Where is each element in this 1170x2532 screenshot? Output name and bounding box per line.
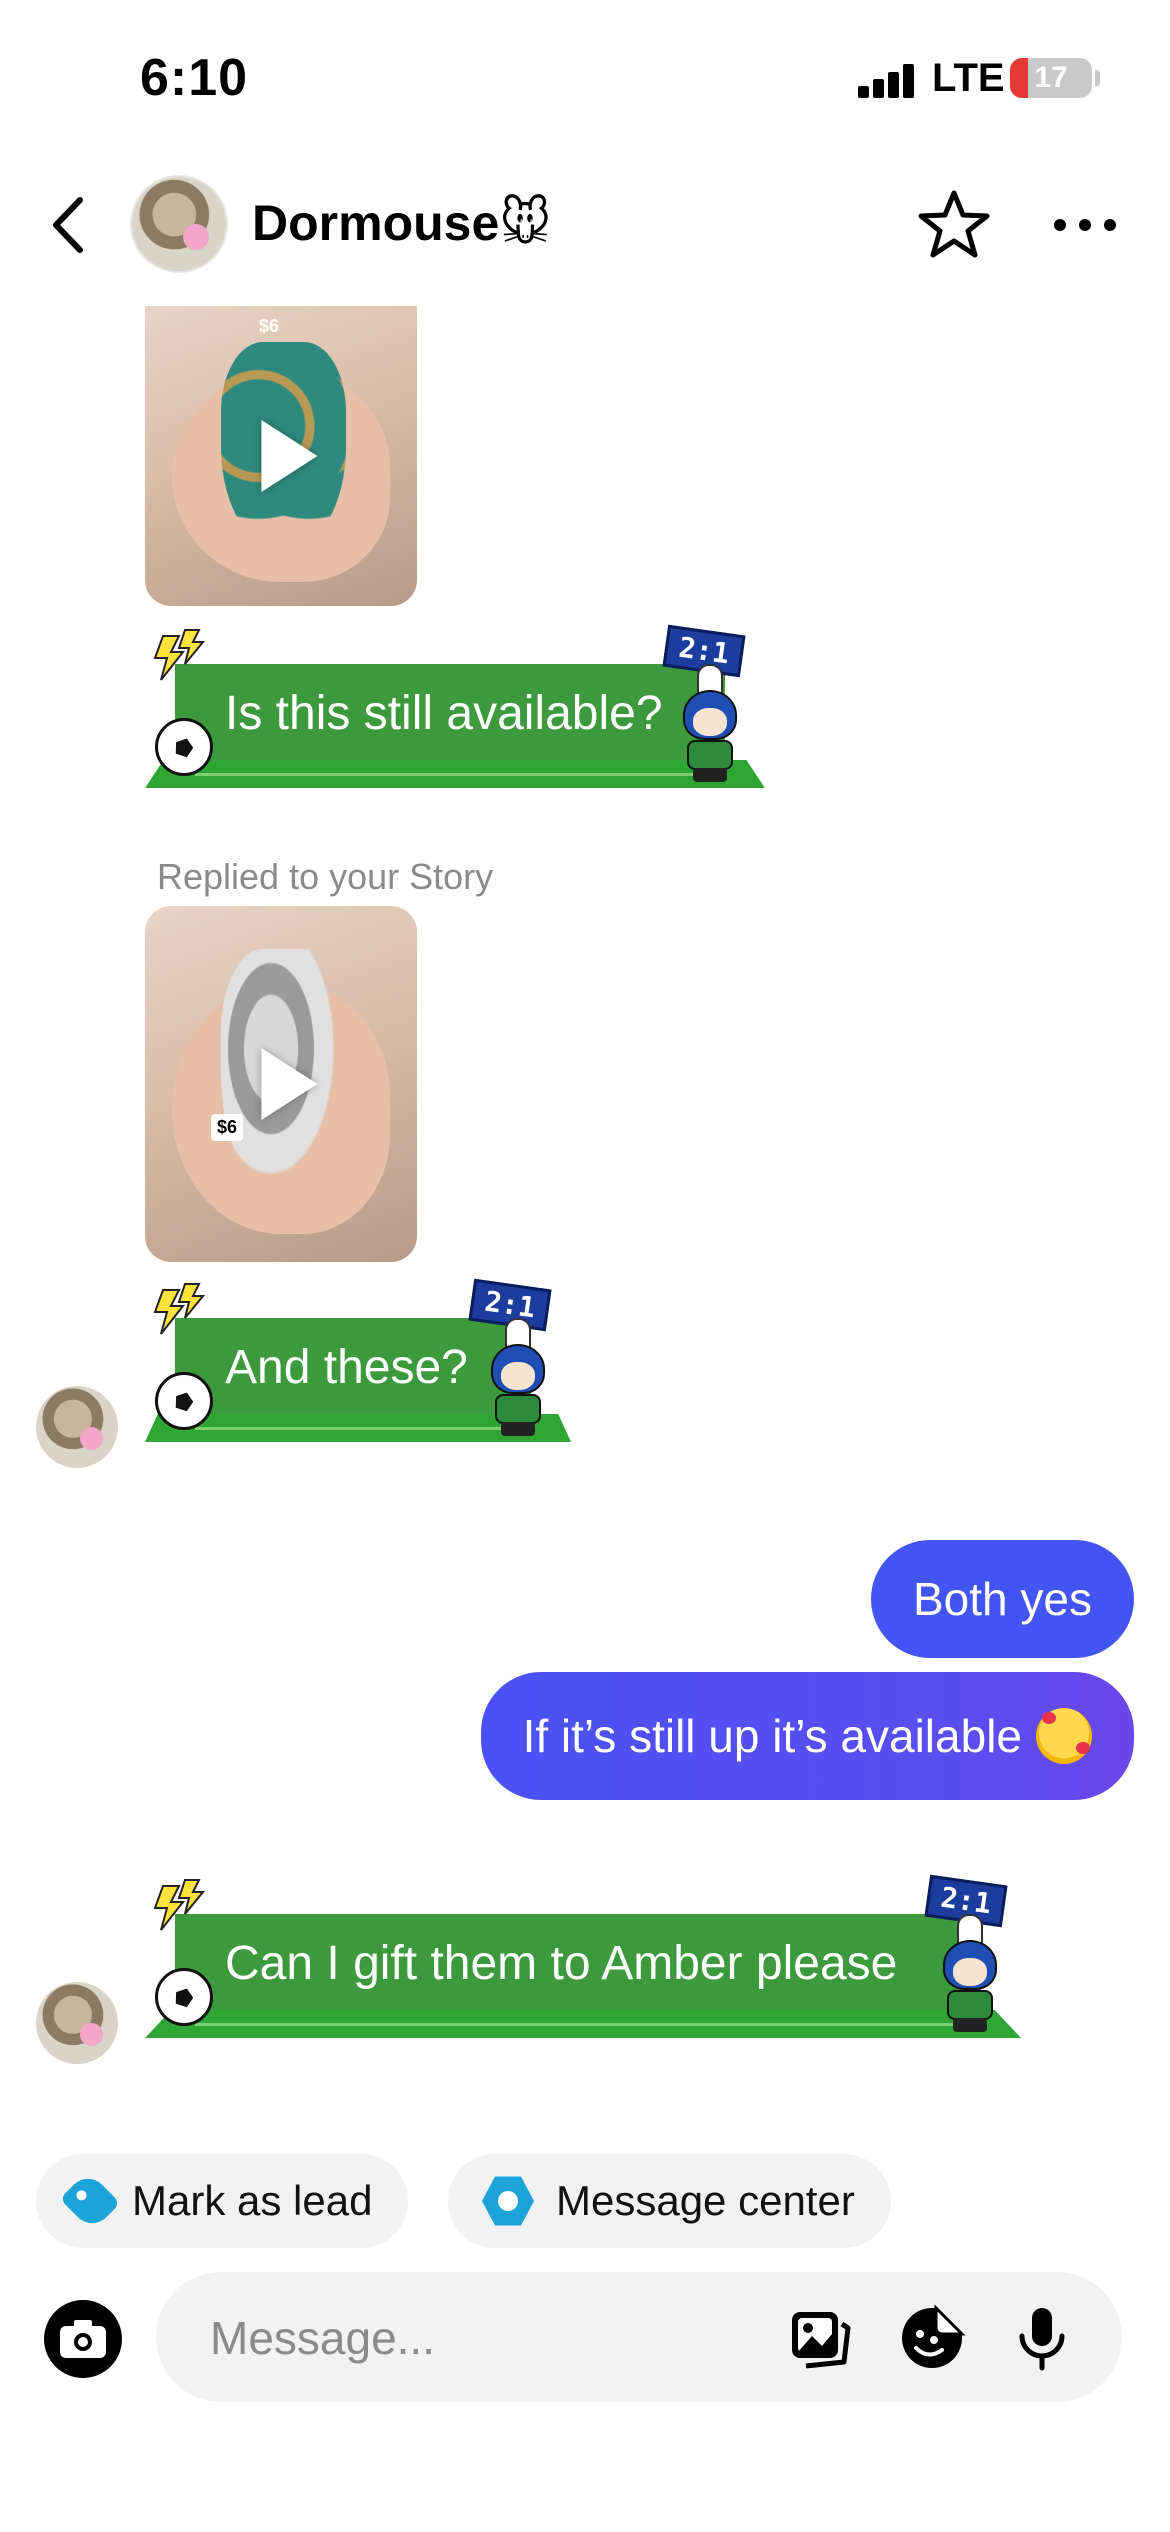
- message-center-button[interactable]: Message center: [448, 2154, 891, 2248]
- message-text: And these?: [225, 1341, 468, 1394]
- lightning-icon: [153, 629, 206, 681]
- microphone-icon[interactable]: [1008, 2304, 1076, 2372]
- mark-as-lead-button[interactable]: Mark as lead: [36, 2154, 409, 2248]
- replied-to-story-label: Replied to your Story: [157, 856, 494, 897]
- sender-avatar[interactable]: [36, 1982, 118, 2064]
- battery-tip: [1095, 70, 1100, 86]
- mascot-sticker: [937, 1914, 1003, 2034]
- story-video-thumbnail[interactable]: $6: [145, 906, 417, 1262]
- sender-avatar[interactable]: [36, 1386, 118, 1468]
- message-text: Is this still available?: [225, 687, 663, 740]
- message-text: Both yes: [913, 1573, 1092, 1625]
- mascot-sticker: [485, 1318, 551, 1438]
- status-time: 6:10: [140, 49, 249, 107]
- mark-as-lead-label: Mark as lead: [132, 2177, 373, 2224]
- message-text: If it’s still up it’s available: [522, 1710, 1022, 1762]
- soccer-ball-icon: [155, 1968, 213, 2026]
- smiling-face-with-hearts-icon: [1036, 1708, 1092, 1764]
- story-video-thumbnail[interactable]: $6: [145, 306, 417, 606]
- soccer-ball-icon: [155, 1372, 213, 1430]
- soccer-ball-icon: [155, 718, 213, 776]
- message-center-label: Message center: [556, 2177, 855, 2224]
- cellular-signal-icon: [858, 64, 916, 98]
- price-label: $6: [211, 1114, 244, 1141]
- received-message[interactable]: 2:1 Is this still available?: [145, 624, 765, 788]
- message-text: Can I gift them to Amber please: [225, 1937, 898, 1990]
- play-icon: [261, 420, 318, 492]
- battery-icon: 17: [1010, 58, 1092, 98]
- more-horizontal-icon[interactable]: [1052, 205, 1118, 245]
- camera-icon[interactable]: [44, 2300, 122, 2378]
- chevron-left-icon[interactable]: [40, 190, 100, 260]
- chat-header: Dormouse🐭: [0, 160, 1170, 290]
- price-label: $6: [259, 316, 280, 336]
- received-message[interactable]: 2:1 Can I gift them to Amber please: [145, 1874, 1021, 2038]
- tag-icon: [59, 2170, 121, 2232]
- sent-message[interactable]: Both yes: [871, 1540, 1134, 1658]
- gallery-icon[interactable]: [786, 2304, 854, 2372]
- contact-name[interactable]: Dormouse🐭: [252, 194, 551, 252]
- message-input[interactable]: [210, 2306, 770, 2370]
- lightning-icon: [153, 1283, 206, 1335]
- lightning-icon: [153, 1879, 206, 1931]
- star-outline-icon[interactable]: [918, 188, 990, 260]
- message-composer: [156, 2272, 1122, 2402]
- status-bar: 6:10 LTE 17: [0, 0, 1170, 150]
- battery-level: 17: [1034, 61, 1068, 94]
- network-type: LTE: [932, 56, 1005, 100]
- hexagon-icon: [482, 2176, 534, 2226]
- mascot-sticker: [677, 664, 743, 784]
- play-icon: [261, 1048, 318, 1120]
- avatar[interactable]: [130, 175, 228, 273]
- received-message[interactable]: 2:1 And these?: [145, 1278, 571, 1442]
- sticker-icon[interactable]: [898, 2304, 966, 2372]
- sent-message[interactable]: If it’s still up it’s available: [480, 1672, 1134, 1800]
